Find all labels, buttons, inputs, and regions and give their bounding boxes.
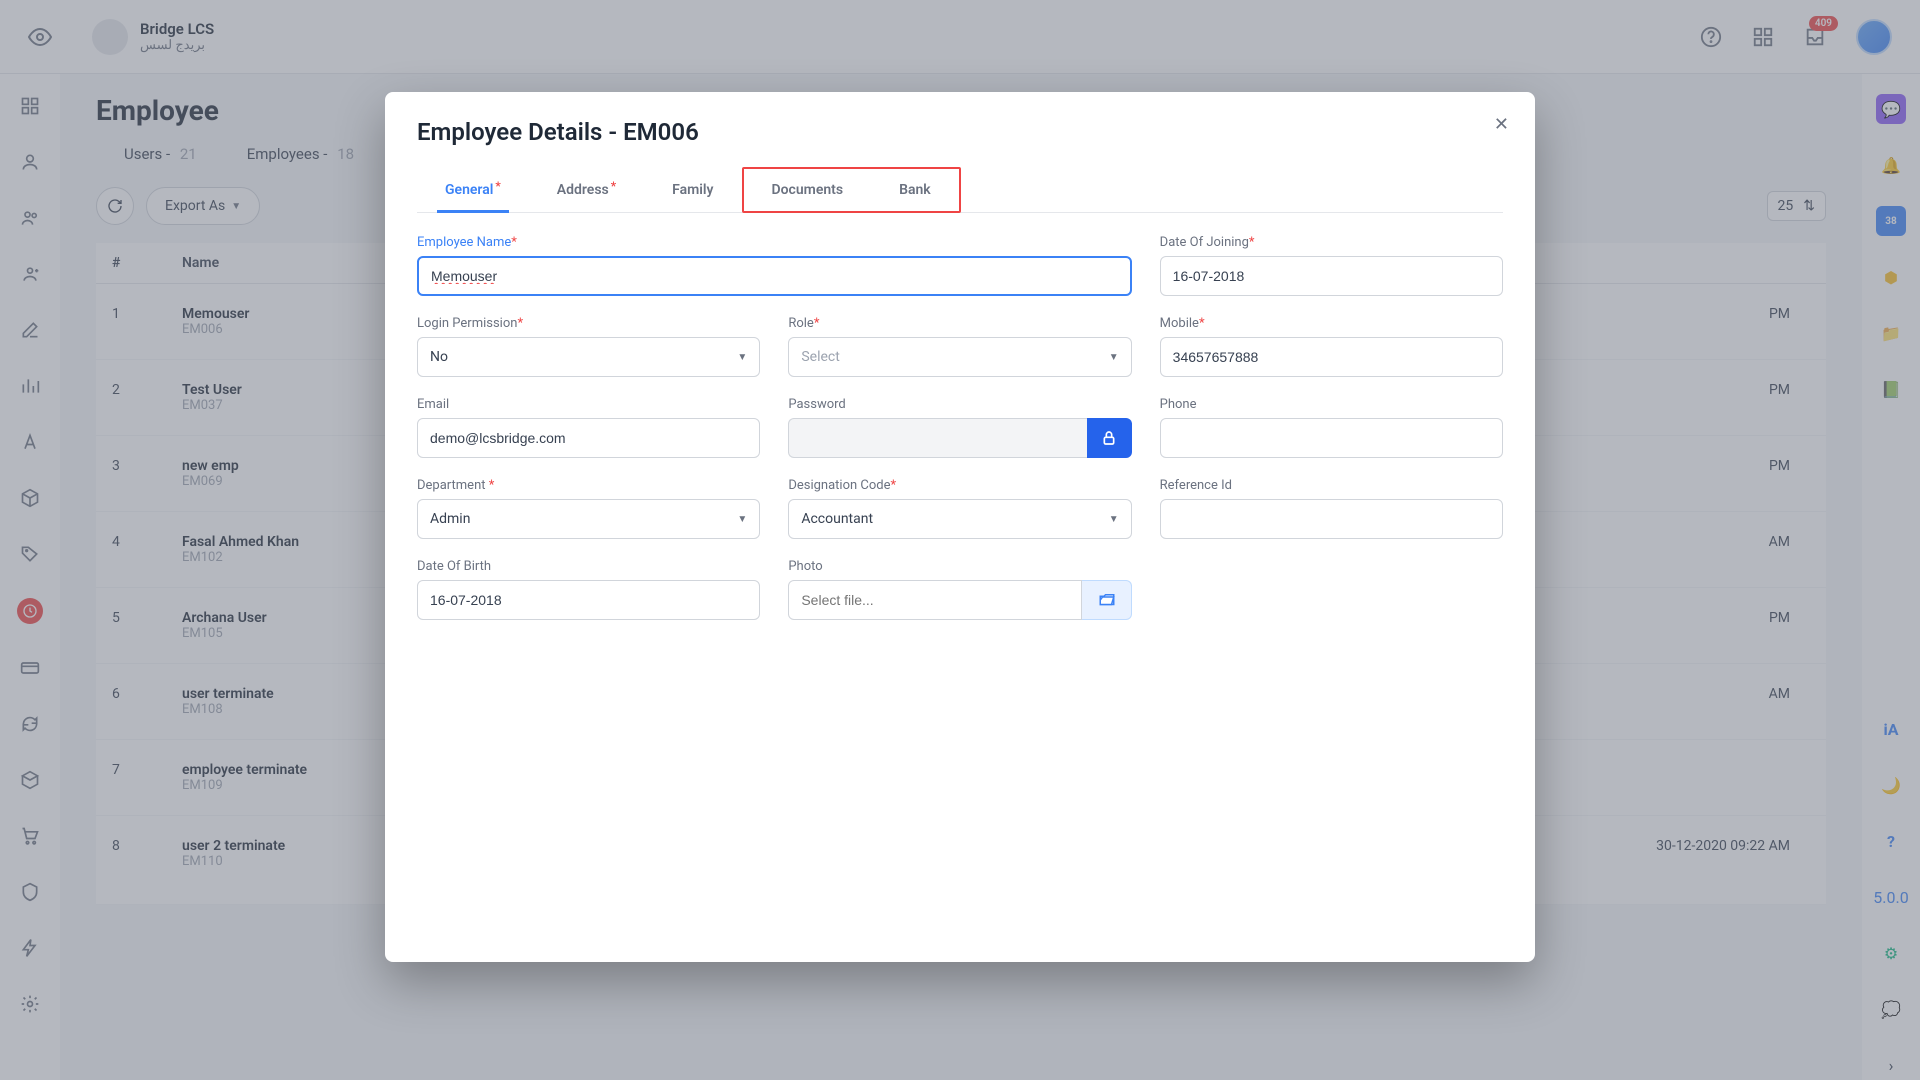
phone-label: Phone — [1160, 397, 1503, 412]
tab-general[interactable]: General* — [417, 168, 529, 212]
date-joining-label: Date Of Joining* — [1160, 235, 1503, 250]
department-select[interactable]: Admin▼ — [417, 499, 760, 539]
employee-name-input[interactable] — [417, 256, 1132, 296]
tab-family[interactable]: Family — [644, 168, 741, 212]
login-permission-label: Login Permission* — [417, 316, 760, 331]
reference-id-label: Reference Id — [1160, 478, 1503, 493]
role-select[interactable]: Select▼ — [788, 337, 1131, 377]
modal-tabs: General* Address* Family Documents Bank — [417, 168, 1503, 213]
department-label: Department * — [417, 478, 760, 493]
photo-label: Photo — [788, 559, 1131, 574]
phone-input[interactable] — [1160, 418, 1503, 458]
reference-id-input[interactable] — [1160, 499, 1503, 539]
login-permission-select[interactable]: No▼ — [417, 337, 760, 377]
photo-input[interactable] — [788, 580, 1082, 620]
mobile-input[interactable] — [1160, 337, 1503, 377]
password-label: Password — [788, 397, 1131, 412]
close-icon[interactable]: ✕ — [1494, 114, 1509, 135]
mobile-label: Mobile* — [1160, 316, 1503, 331]
role-label: Role* — [788, 316, 1131, 331]
tab-bank[interactable]: Bank — [871, 169, 959, 211]
email-input[interactable] — [417, 418, 760, 458]
lock-icon[interactable] — [1087, 418, 1132, 458]
password-input[interactable] — [788, 418, 1087, 458]
employee-details-modal: Employee Details - EM006 ✕ General* Addr… — [385, 92, 1535, 962]
email-label: Email — [417, 397, 760, 412]
tab-address[interactable]: Address* — [529, 168, 644, 212]
modal-title: Employee Details - EM006 — [417, 118, 1503, 146]
dob-input[interactable] — [417, 580, 760, 620]
dob-label: Date Of Birth — [417, 559, 760, 574]
date-joining-input[interactable] — [1160, 256, 1503, 296]
employee-name-label: Employee Name* — [417, 235, 1132, 250]
tab-documents[interactable]: Documents — [744, 169, 872, 211]
folder-open-icon[interactable] — [1082, 580, 1131, 620]
designation-select[interactable]: Accountant▼ — [788, 499, 1131, 539]
designation-label: Designation Code* — [788, 478, 1131, 493]
